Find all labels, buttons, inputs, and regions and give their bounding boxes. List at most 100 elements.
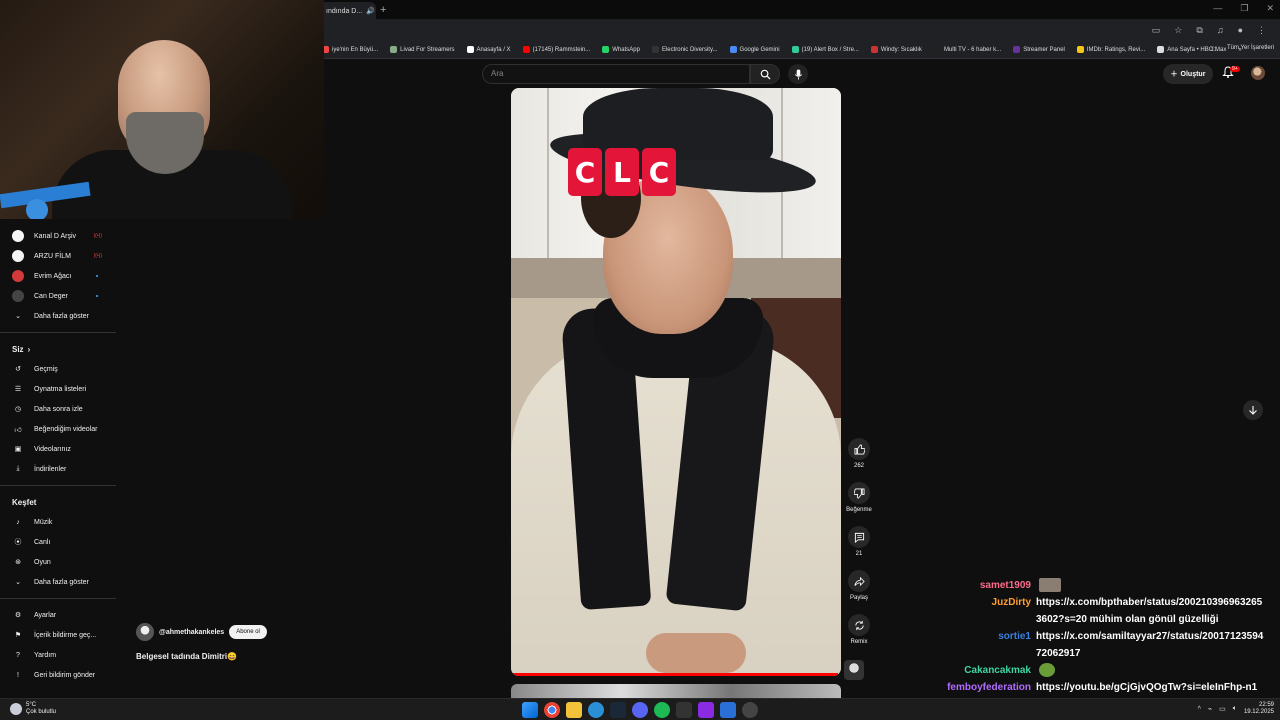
media-icon[interactable]: ♫ xyxy=(1217,25,1224,36)
clc-letter: C xyxy=(568,148,602,196)
voice-search-button[interactable] xyxy=(788,64,808,84)
display-icon[interactable]: ▭ xyxy=(1219,705,1226,713)
bookmark[interactable]: Streamer Panel xyxy=(1013,46,1065,53)
cloud-icon xyxy=(10,703,22,715)
divider xyxy=(0,485,116,486)
x-icon xyxy=(466,46,474,53)
network-icon[interactable]: ⌁ xyxy=(1208,705,1212,713)
short-caption: Belgesel tadında Dimitri😄 xyxy=(136,652,238,661)
short-channel-row: @ahmethakankeles Abone ol xyxy=(136,623,267,641)
bookmark[interactable]: Multi TV - 6 haber k... xyxy=(933,46,1001,53)
chrome-icon[interactable] xyxy=(544,702,560,718)
system-tray: ^ ⌁ ▭ 🔈︎ 22:59 19.12.2025 xyxy=(1198,702,1274,716)
clock-date: 19.12.2025 xyxy=(1243,709,1274,715)
bookmark[interactable]: IMDb: Ratings, Revi... xyxy=(1076,46,1145,53)
dislike-button[interactable] xyxy=(848,482,870,504)
music-app-icon[interactable] xyxy=(698,702,714,718)
start-icon[interactable] xyxy=(522,702,538,718)
search-button[interactable] xyxy=(750,64,780,84)
spotify-icon[interactable] xyxy=(654,702,670,718)
shorts-player[interactable]: C L C xyxy=(511,88,841,676)
music-icon: ♪ xyxy=(16,518,20,526)
video-progress-bar[interactable] xyxy=(511,673,841,676)
sidebar-item-playlists[interactable]: ☰ Oynatma listeleri xyxy=(0,379,116,399)
browser-tab[interactable]: ındında D... 🔊 ✕ xyxy=(320,2,376,20)
minimize-button[interactable]: — xyxy=(1213,3,1222,14)
bookmark[interactable]: (19) Alert Box / Stre... xyxy=(791,46,859,53)
search-input[interactable]: Ara xyxy=(482,64,750,84)
sidebar-show-more[interactable]: ⌄ Daha fazla göster xyxy=(0,306,116,326)
sidebar-item-gaming[interactable]: ⊛ Oyun xyxy=(0,552,116,572)
create-button[interactable]: ＋ Oluştur xyxy=(1163,64,1213,84)
calculator-icon[interactable] xyxy=(676,702,692,718)
sidebar-item-live[interactable]: ⦿ Canlı xyxy=(0,532,116,552)
sidebar-channel-arzu-film[interactable]: ARZU FİLM ((•)) xyxy=(0,246,116,266)
remix-button[interactable] xyxy=(848,614,870,636)
subscribe-button[interactable]: Abone ol xyxy=(229,625,267,639)
new-tab-button[interactable]: + xyxy=(380,4,386,16)
sidebar-item-your-videos[interactable]: ▣ Videolarınız xyxy=(0,439,116,459)
all-bookmarks[interactable]: Tüm Yer İşaretleri xyxy=(1227,45,1274,55)
sidebar-item-report-history[interactable]: ⚑ İçerik bildirme geç... xyxy=(0,625,116,645)
sidebar-channel-can-deger[interactable]: Can Deger xyxy=(0,286,116,306)
maximize-button[interactable]: ❐ xyxy=(1240,3,1248,14)
weather-widget[interactable]: 5°C Çok bulutlu xyxy=(10,702,56,716)
bookmark[interactable]: (17145) Rammstein... xyxy=(522,46,590,53)
sidebar-channel-evrim-agaci[interactable]: Evrim Ağacı xyxy=(0,266,116,286)
bookmark[interactable]: iye'nin En Büyü... xyxy=(322,46,378,53)
extensions-icon[interactable]: ⧉ xyxy=(1196,25,1202,36)
audio-icon[interactable]: 🔊 xyxy=(366,7,375,15)
sidebar-item-history[interactable]: ↺ Geçmiş xyxy=(0,359,116,379)
channel-name[interactable]: @ahmethakankeles xyxy=(159,629,224,636)
comment-button[interactable] xyxy=(848,526,870,548)
bookmark[interactable]: Livad For Streamers xyxy=(390,46,455,53)
account-avatar[interactable] xyxy=(1251,66,1265,80)
like-button[interactable] xyxy=(848,438,870,460)
clock[interactable]: 22:59 19.12.2025 xyxy=(1244,702,1274,716)
channel-avatar[interactable] xyxy=(136,623,154,641)
sidebar-item-music[interactable]: ♪ Müzik xyxy=(0,512,116,532)
bookmark[interactable]: Google Gemini xyxy=(729,46,780,53)
bookmark-star-icon[interactable]: ☆ xyxy=(1174,25,1182,36)
next-short-preview[interactable] xyxy=(511,684,841,698)
sidebar-item-watch-later[interactable]: ◷ Daha sonra izle xyxy=(0,399,116,419)
steam-icon[interactable] xyxy=(610,702,626,718)
menu-icon[interactable]: ⋮ xyxy=(1257,25,1266,36)
sidebar-item-feedback[interactable]: ! Geri bildirim gönder xyxy=(0,665,116,685)
sidebar-item-settings[interactable]: ⚙ Ayarlar xyxy=(0,605,116,625)
share-button[interactable] xyxy=(848,570,870,592)
bookmark[interactable]: Anasayfa / X xyxy=(466,46,511,53)
next-short-button[interactable] xyxy=(1243,400,1263,420)
tab-title: ındında D... xyxy=(326,7,363,15)
sidebar-section-explore: Keşfet xyxy=(12,497,37,507)
edge-icon[interactable] xyxy=(588,702,604,718)
microphone xyxy=(26,199,48,219)
stream-chat-overlay: samet1909 JuzDirty https://x.com/bpthabe… xyxy=(900,577,1272,713)
profile-icon[interactable]: ● xyxy=(1238,25,1243,36)
close-window-button[interactable]: ✕ xyxy=(1266,3,1274,14)
file-explorer-icon[interactable] xyxy=(566,702,582,718)
sidebar-item-liked-videos[interactable]: 👍︎ Beğendiğim videolar xyxy=(0,419,116,439)
flag-icon: ⚑ xyxy=(14,632,22,639)
obs-icon[interactable] xyxy=(742,702,758,718)
chevron-up-icon[interactable]: ^ xyxy=(1198,706,1201,713)
sidebar-channel-kanal-d[interactable]: Kanal D Arşiv ((•)) xyxy=(0,226,116,246)
sidebar-item-downloads[interactable]: ⤓ İndirilenler xyxy=(0,459,116,479)
bookmark[interactable]: Electronic Diversity... xyxy=(651,46,718,53)
new-content-dot xyxy=(96,275,98,277)
video-progress-fill xyxy=(511,673,838,676)
sidebar-item-help[interactable]: ? Yardım xyxy=(0,645,116,665)
sidebar-show-more-2[interactable]: ⌄ Daha fazla göster xyxy=(0,572,116,592)
discord-icon[interactable] xyxy=(632,702,648,718)
sidebar-section-you[interactable]: Siz › xyxy=(0,339,116,359)
whatsapp-icon xyxy=(602,46,610,53)
bookmark[interactable]: Windy: Sıcaklık xyxy=(870,46,922,53)
sound-thumbnail[interactable] xyxy=(844,660,864,680)
clock-time: 22:59 xyxy=(1258,702,1274,708)
speaker-icon[interactable]: 🔈︎ xyxy=(1233,705,1237,713)
app-icon[interactable] xyxy=(720,702,736,718)
bookmark[interactable]: WhatsApp xyxy=(602,46,640,53)
cast-icon[interactable]: ▭ xyxy=(1152,25,1161,36)
settings-icon: ⚙ xyxy=(14,612,22,619)
share-action: Paylaş xyxy=(844,570,874,614)
